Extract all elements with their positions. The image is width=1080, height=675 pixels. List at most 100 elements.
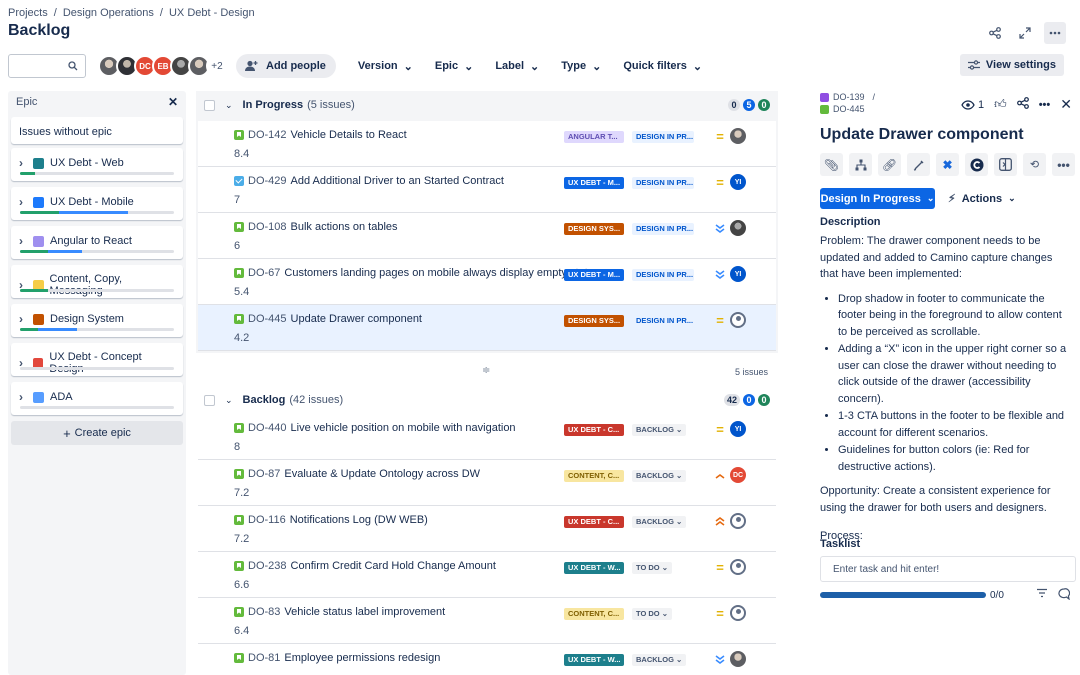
issue-row[interactable]: DO-238 Confirm Credit Card Hold Change Am… xyxy=(198,552,776,598)
comment-icon[interactable] xyxy=(1058,588,1071,603)
drag-handle-icon[interactable]: ≑ xyxy=(482,365,490,376)
status-transition-button[interactable]: Design In Progress ⌄ xyxy=(820,188,935,209)
issue-row[interactable]: DO-116 Notifications Log (DW WEB) 7.2 UX DE… xyxy=(198,506,776,552)
epic-item[interactable]: › Angular to React xyxy=(11,226,183,259)
epic-filter[interactable]: Epic ⌄ xyxy=(435,60,473,73)
backlog-checkbox[interactable] xyxy=(204,394,215,406)
status-lozenge[interactable]: BACKLOG ⌄ xyxy=(632,654,687,666)
chevron-right-icon[interactable]: › xyxy=(19,312,27,326)
chevron-right-icon[interactable]: › xyxy=(19,234,27,248)
close-icon[interactable]: ✕ xyxy=(168,95,178,109)
tasklist-input[interactable]: Enter task and hit enter! xyxy=(820,556,1076,582)
filter-icon[interactable] xyxy=(1036,588,1048,603)
epic-lozenge[interactable]: UX DEBT - C... xyxy=(564,424,624,436)
assignee-avatar[interactable] xyxy=(730,128,746,144)
share-icon[interactable] xyxy=(984,22,1006,44)
description-body[interactable]: Problem: The drawer component needs to b… xyxy=(820,233,1070,545)
sprint-header[interactable]: ⌄ In Progress (5 issues) 0 5 0 xyxy=(196,91,778,119)
epic-lozenge[interactable]: UX DEBT - C... xyxy=(564,516,624,528)
app-c-icon[interactable] xyxy=(965,153,988,176)
issue-row[interactable]: DO-108 Bulk actions on tables 6 DESIGN SYS.… xyxy=(198,213,776,259)
more-icon[interactable] xyxy=(1044,22,1066,44)
chevron-down-icon[interactable]: ⌄ xyxy=(225,395,233,406)
issue-row[interactable]: DO-429 Add Additional Driver to an Starte… xyxy=(198,167,776,213)
epic-item[interactable]: › Design System xyxy=(11,304,183,337)
issue-row[interactable]: DO-87 Evaluate & Update Ontology across D… xyxy=(198,460,776,506)
status-lozenge[interactable]: DESIGN IN PR... xyxy=(632,131,694,143)
assignee-avatar[interactable]: YI xyxy=(730,421,746,437)
type-filter[interactable]: Type ⌄ xyxy=(561,60,601,73)
issue-key[interactable]: DO-81 xyxy=(248,652,280,664)
more-icon[interactable]: ••• xyxy=(1039,99,1051,111)
epic-lozenge[interactable]: UX DEBT - W... xyxy=(564,562,624,574)
search-input[interactable] xyxy=(8,54,86,78)
issue-key[interactable]: DO-238 xyxy=(248,560,287,572)
epic-item[interactable]: › ADA xyxy=(11,382,183,415)
epic-lozenge[interactable]: CONTENT, C... xyxy=(564,470,624,482)
issue-row[interactable]: DO-142 Vehicle Details to React 8.4 ANGULAR… xyxy=(198,121,776,167)
epic-lozenge[interactable]: ANGULAR T... xyxy=(564,131,624,143)
unassigned-avatar-icon[interactable] xyxy=(730,513,746,529)
close-icon[interactable]: ✕ xyxy=(1060,96,1072,113)
attachment-icon[interactable]: 📎︎ xyxy=(820,153,843,176)
breadcrumb-projects[interactable]: Projects xyxy=(8,7,48,19)
status-lozenge[interactable]: DESIGN IN PR... xyxy=(632,269,694,281)
epic-item[interactable]: › UX Debt - Mobile xyxy=(11,187,183,220)
status-lozenge[interactable]: BACKLOG ⌄ xyxy=(632,470,687,482)
assignee-avatar[interactable] xyxy=(730,651,746,667)
thumbs-up-icon[interactable]: 👍︎ xyxy=(994,97,1007,112)
status-lozenge[interactable]: BACKLOG ⌄ xyxy=(632,516,687,528)
assignee-avatar[interactable]: DC xyxy=(730,467,746,483)
issue-row[interactable]: DO-440 Live vehicle position on mobile wi… xyxy=(198,414,776,460)
view-settings-button[interactable]: View settings xyxy=(959,54,1064,76)
assignee-avatar[interactable] xyxy=(730,220,746,236)
add-people-button[interactable]: Add people xyxy=(236,54,336,78)
label-filter[interactable]: Label ⌄ xyxy=(495,60,539,73)
panel-icon[interactable] xyxy=(994,153,1017,176)
issue-key[interactable]: DO-108 xyxy=(248,221,287,233)
status-lozenge[interactable]: DESIGN IN PR... xyxy=(632,315,694,327)
assignee-avatar[interactable]: YI xyxy=(730,174,746,190)
status-lozenge[interactable]: BACKLOG ⌄ xyxy=(632,424,687,436)
issue-key[interactable]: DO-440 xyxy=(248,422,287,434)
issue-key[interactable]: DO-429 xyxy=(248,175,287,187)
issue-key[interactable]: DO-445 xyxy=(248,313,287,325)
unassigned-avatar-icon[interactable] xyxy=(730,559,746,575)
issue-key[interactable]: DO-142 xyxy=(248,129,287,141)
issue-title[interactable]: Update Drawer component xyxy=(820,126,1024,144)
epic-item[interactable]: ›UX Debt - Concept Design xyxy=(11,343,183,376)
link-icon[interactable]: 🔗︎ xyxy=(878,153,901,176)
issue-row[interactable]: DO-67 Customers landing pages on mobile a… xyxy=(198,259,776,305)
watch-button[interactable]: 1 xyxy=(961,99,984,111)
create-epic-button[interactable]: + Create epic xyxy=(11,421,183,445)
status-lozenge[interactable]: TO DO ⌄ xyxy=(632,562,672,574)
sprint-checkbox[interactable] xyxy=(204,99,215,111)
actions-button[interactable]: ⚡︎ Actions ⌄ xyxy=(948,188,1016,209)
epic-lozenge[interactable]: DESIGN SYS... xyxy=(564,223,624,235)
share-icon[interactable] xyxy=(1016,97,1029,112)
chevron-right-icon[interactable]: › xyxy=(19,390,27,404)
issue-key[interactable]: DO-67 xyxy=(248,267,280,279)
refresh-icon[interactable]: ⟲ xyxy=(1023,153,1046,176)
expand-icon[interactable] xyxy=(1014,22,1036,44)
parent-issue-key[interactable]: DO-139 xyxy=(833,91,865,103)
confluence-icon[interactable]: ✖ xyxy=(936,153,959,176)
more-icon[interactable]: ••• xyxy=(1052,153,1075,176)
issue-key[interactable]: DO-445 xyxy=(833,103,865,115)
unassigned-avatar-icon[interactable] xyxy=(730,605,746,621)
epic-item[interactable]: › UX Debt - Web xyxy=(11,148,183,181)
issue-row[interactable]: DO-83 Vehicle status label improvement 6.4… xyxy=(198,598,776,644)
backlog-header[interactable]: ⌄ Backlog (42 issues) 42 0 0 xyxy=(196,386,778,414)
brush-icon[interactable] xyxy=(907,153,930,176)
chevron-right-icon[interactable]: › xyxy=(19,156,27,170)
status-lozenge[interactable]: DESIGN IN PR... xyxy=(632,177,694,189)
avatars-more-count[interactable]: +2 xyxy=(206,55,228,77)
status-lozenge[interactable]: DESIGN IN PR... xyxy=(632,223,694,235)
assignee-avatar[interactable]: YI xyxy=(730,266,746,282)
epic-lozenge[interactable]: UX DEBT - W... xyxy=(564,654,624,666)
breadcrumb-ux-debt-design[interactable]: UX Debt - Design xyxy=(169,7,255,19)
chevron-right-icon[interactable]: › xyxy=(19,195,27,209)
epic-lozenge[interactable]: UX DEBT - M... xyxy=(564,269,624,281)
epic-lozenge[interactable]: DESIGN SYS... xyxy=(564,315,624,327)
issue-row[interactable]: DO-445 Update Drawer component 4.2 DESIGN S… xyxy=(198,305,776,351)
